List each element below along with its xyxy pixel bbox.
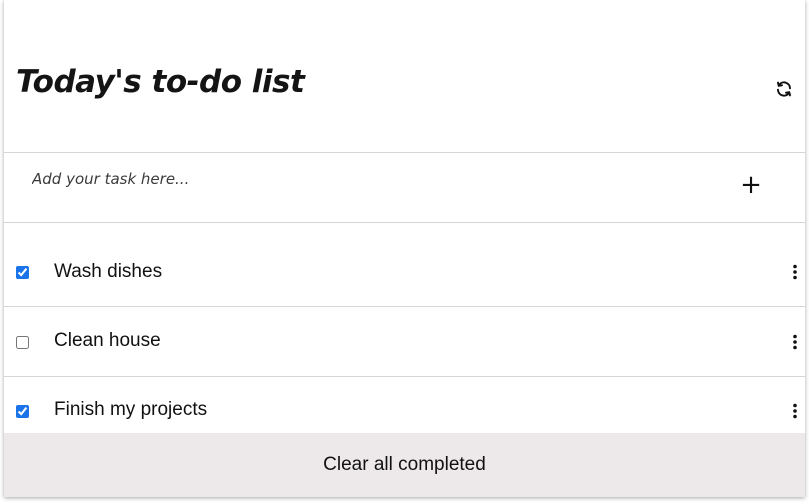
clear-completed-button[interactable]: Clear all completed — [4, 433, 805, 497]
header: Today's to-do list — [4, 0, 805, 153]
task-checkbox[interactable] — [16, 405, 29, 418]
task-checkbox[interactable] — [16, 336, 29, 349]
page-title: Today's to-do list — [16, 64, 305, 100]
task-list: Wash dishes Clean house Finish my projec… — [4, 223, 805, 433]
list-item: Finish my projects — [4, 378, 805, 433]
todo-card: Today's to-do list + Wash dishes Clean h… — [4, 0, 805, 497]
task-checkbox[interactable] — [16, 266, 29, 279]
add-task-row: + — [4, 153, 805, 223]
task-label: Finish my projects — [54, 399, 208, 420]
task-label: Wash dishes — [54, 261, 163, 282]
more-vertical-icon[interactable] — [792, 403, 798, 419]
task-input[interactable] — [20, 165, 720, 193]
list-item: Clean house — [4, 308, 805, 377]
more-vertical-icon[interactable] — [792, 334, 798, 350]
refresh-icon[interactable] — [775, 80, 793, 98]
footer: Clear all completed — [4, 433, 805, 497]
more-vertical-icon[interactable] — [792, 264, 798, 280]
plus-icon[interactable]: + — [738, 172, 764, 199]
list-item: Wash dishes — [4, 223, 805, 307]
task-label: Clean house — [54, 330, 161, 351]
